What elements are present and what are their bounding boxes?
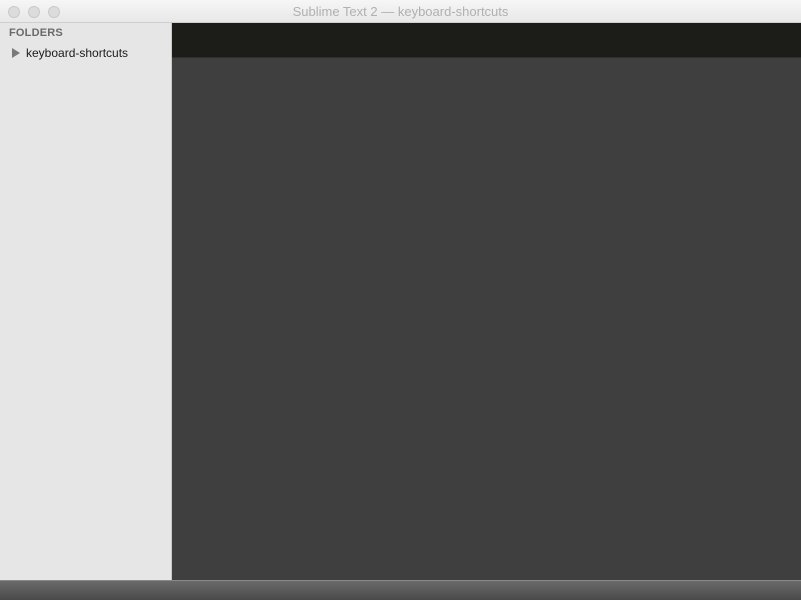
tab-bar[interactable] xyxy=(172,23,801,58)
sidebar-folder-keyboard-shortcuts[interactable]: keyboard-shortcuts xyxy=(0,43,171,63)
editor-area[interactable] xyxy=(172,58,801,580)
sidebar-folder-label: keyboard-shortcuts xyxy=(26,46,129,60)
disclosure-triangle-right-icon[interactable] xyxy=(12,48,20,58)
app-window: Sublime Text 2 — keyboard-shortcuts FOLD… xyxy=(0,0,801,600)
status-bar xyxy=(0,580,801,600)
sidebar: FOLDERS keyboard-shortcuts xyxy=(0,23,172,580)
sidebar-header-folders: FOLDERS xyxy=(9,27,63,39)
title-bar[interactable]: Sublime Text 2 — keyboard-shortcuts xyxy=(0,0,801,23)
window-title: Sublime Text 2 — keyboard-shortcuts xyxy=(292,4,509,19)
